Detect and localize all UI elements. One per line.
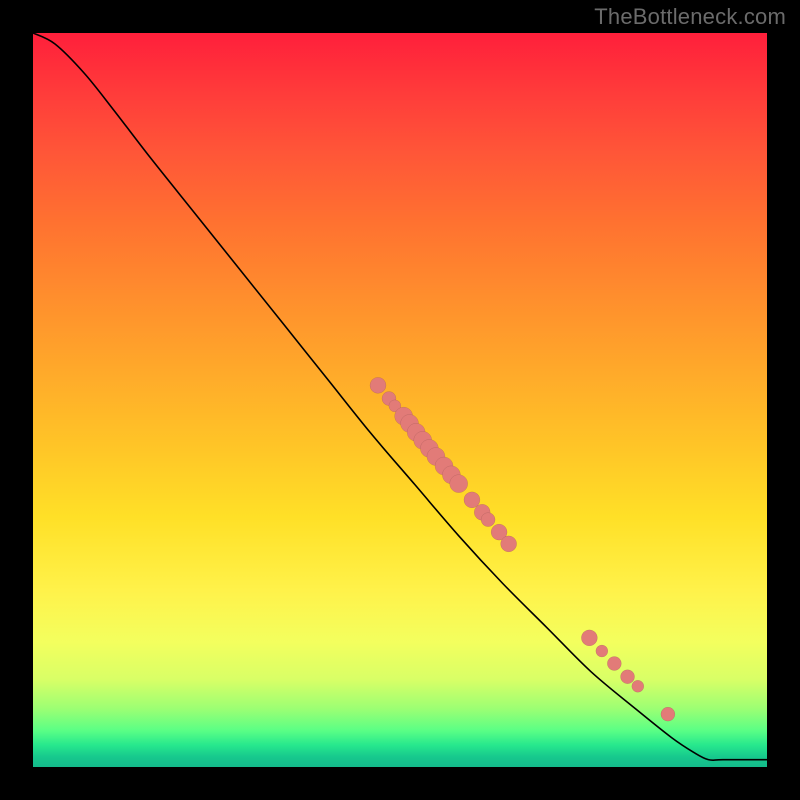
data-point [501,536,517,552]
data-point [607,657,621,671]
plot-area [33,33,767,767]
data-point [596,645,608,657]
chart-overlay [33,33,767,767]
data-point [481,513,495,527]
data-point [370,377,386,393]
scatter-points [370,377,675,721]
watermark-label: TheBottleneck.com [594,4,786,30]
data-point [661,707,675,721]
data-point [464,492,480,508]
data-point [450,475,468,493]
data-point [581,630,597,646]
data-point [621,670,635,684]
data-point [632,680,644,692]
chart-frame: TheBottleneck.com [0,0,800,800]
line-series [33,33,767,760]
